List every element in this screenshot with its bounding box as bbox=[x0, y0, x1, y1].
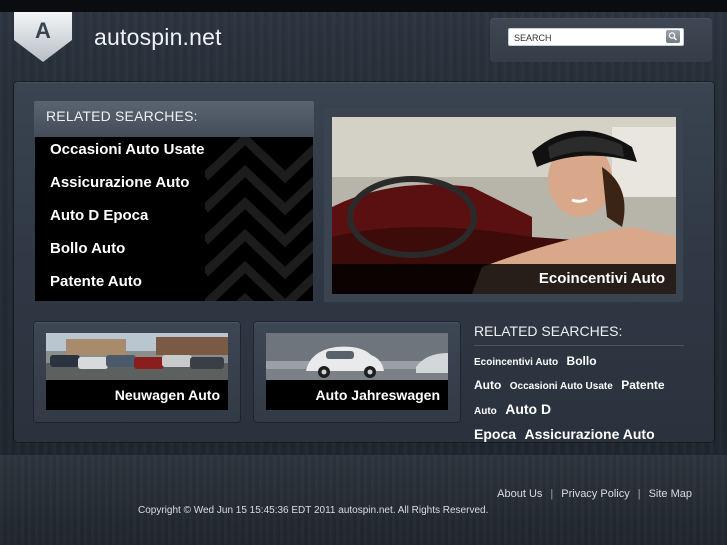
logo-letter: A bbox=[35, 18, 51, 43]
cars-lot-photo bbox=[46, 333, 228, 380]
tag-link[interactable]: Ecoincentivi Auto bbox=[474, 357, 558, 368]
related-search-link[interactable]: Bollo Auto bbox=[50, 240, 125, 257]
beetle-car-photo bbox=[266, 333, 448, 380]
tag-link[interactable]: Auto bbox=[474, 378, 501, 392]
tag-cloud: Ecoincentivi Auto Bollo Auto Occasioni A… bbox=[474, 350, 704, 446]
logo-badge[interactable]: A bbox=[14, 12, 72, 62]
related-search-link[interactable]: Auto D Epoca bbox=[50, 207, 148, 224]
hero-caption-bar: Ecoincentivi Auto bbox=[332, 264, 676, 294]
related-search-link[interactable]: Occasioni Auto Usate bbox=[50, 141, 204, 158]
thumb-image-beetle bbox=[266, 333, 448, 380]
search-input[interactable] bbox=[508, 28, 684, 46]
footer-separator: | bbox=[637, 488, 641, 500]
thumb-caption[interactable]: Auto Jahreswagen bbox=[316, 387, 440, 403]
thumb-card-neuwagen[interactable]: Neuwagen Auto bbox=[34, 322, 240, 422]
footer-separator: | bbox=[550, 488, 554, 500]
tag-link[interactable]: Bollo bbox=[567, 354, 597, 368]
tag-link[interactable]: Occasioni Auto Usate bbox=[510, 381, 613, 392]
footer-links: About Us | Privacy Policy | Site Map bbox=[497, 488, 692, 500]
thumb-image-cars-lot bbox=[46, 333, 228, 380]
thumb-card-jahreswagen[interactable]: Auto Jahreswagen bbox=[254, 322, 460, 422]
tag-link[interactable]: Auto bbox=[474, 406, 497, 417]
thumb-caption[interactable]: Neuwagen Auto bbox=[115, 387, 220, 403]
top-strip bbox=[0, 0, 727, 12]
hero-caption[interactable]: Ecoincentivi Auto bbox=[539, 270, 665, 287]
tag-link[interactable]: Epoca bbox=[474, 426, 516, 442]
site-title[interactable]: autospin.net bbox=[94, 24, 222, 51]
chevron-pattern-decoration bbox=[205, 137, 313, 301]
footer bbox=[0, 455, 727, 545]
thumb-caption-bar: Auto Jahreswagen bbox=[266, 380, 448, 410]
tag-link[interactable]: Auto D bbox=[505, 401, 551, 417]
site-map-link[interactable]: Site Map bbox=[649, 488, 692, 500]
privacy-policy-link[interactable]: Privacy Policy bbox=[561, 488, 629, 500]
thumb-caption-bar: Neuwagen Auto bbox=[46, 380, 228, 410]
related-search-link[interactable]: Assicurazione Auto bbox=[50, 174, 189, 191]
copyright-text: Copyright © Wed Jun 15 15:45:36 EDT 2011… bbox=[138, 505, 489, 516]
divider bbox=[474, 345, 684, 346]
hero-banner[interactable]: Ecoincentivi Auto bbox=[332, 117, 676, 294]
related-searches-list: Occasioni Auto Usate Assicurazione Auto … bbox=[35, 137, 313, 301]
search-icon bbox=[668, 32, 677, 41]
about-us-link[interactable]: About Us bbox=[497, 488, 542, 500]
related-search-link[interactable]: Patente Auto bbox=[50, 273, 142, 290]
search-button[interactable] bbox=[666, 30, 680, 43]
related-searches-heading-right: RELATED SEARCHES: bbox=[474, 323, 623, 339]
tag-link[interactable]: Patente bbox=[621, 378, 664, 392]
tag-link[interactable]: Assicurazione Auto bbox=[524, 426, 654, 442]
related-searches-heading: RELATED SEARCHES: bbox=[46, 108, 198, 124]
search-box bbox=[490, 18, 712, 62]
